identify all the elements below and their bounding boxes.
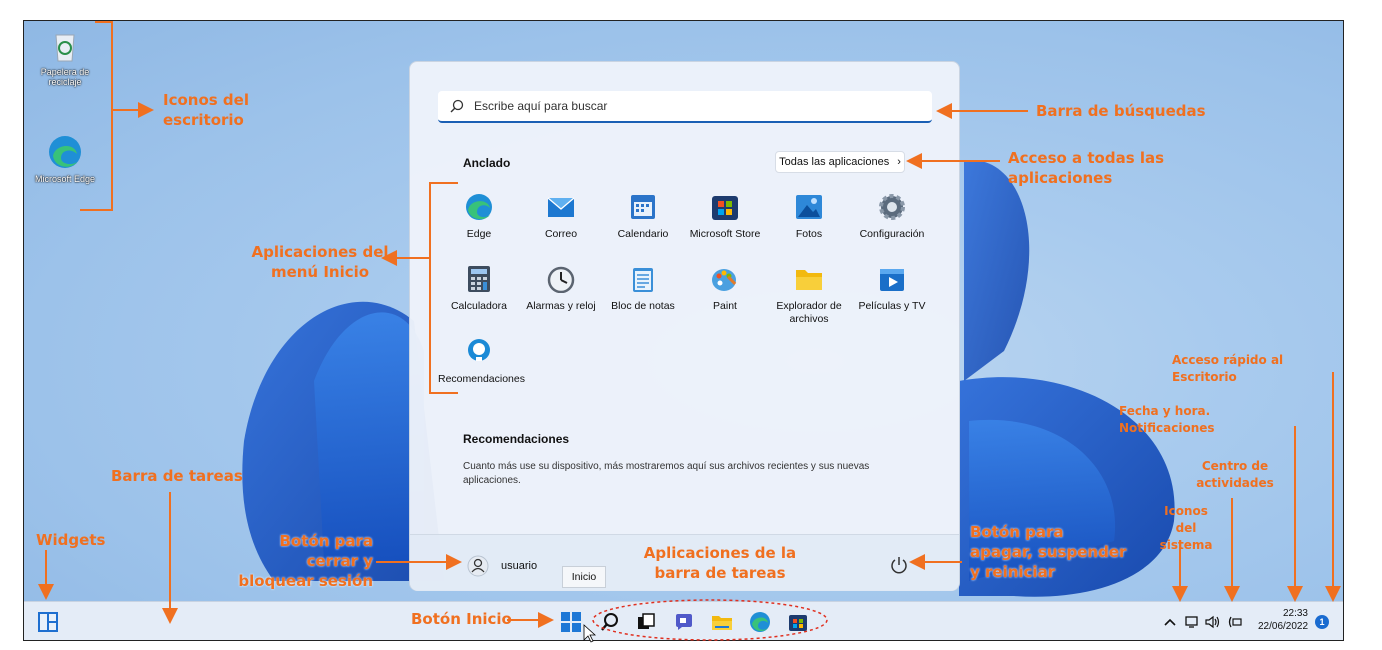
start-tooltip: Inicio <box>562 566 606 588</box>
chevron-right-icon: › <box>897 156 901 168</box>
calculator-icon <box>465 265 493 293</box>
pinned-app-settings[interactable]: Configuración <box>851 193 933 241</box>
desktop-icon-label: Microsoft Edge <box>34 174 96 184</box>
paint-icon <box>711 265 739 293</box>
photos-icon <box>795 193 823 221</box>
pinned-title: Anclado <box>463 156 511 170</box>
app-label: Fotos <box>795 228 823 240</box>
annotation-taskbar: Barra de tareas <box>111 467 243 485</box>
start-button[interactable] <box>557 608 585 636</box>
tips-icon <box>465 338 493 366</box>
chat-icon <box>676 614 692 630</box>
pinned-app-edge[interactable]: Edge <box>438 193 520 241</box>
annotation-system-icons: Iconos del sistema <box>1159 504 1213 552</box>
app-label: Alarmas y reloj <box>526 300 596 312</box>
annotation-desktop-icons: Iconos del escritorio <box>163 91 249 129</box>
pinned-app-photos[interactable]: Fotos <box>768 193 850 241</box>
task-view-icon <box>638 613 655 629</box>
desktop-icon-edge[interactable]: Microsoft Edge <box>30 134 100 184</box>
search-icon <box>601 613 618 631</box>
annotation-taskbar-apps: Aplicaciones de la barra de tareas <box>643 544 797 582</box>
pinned-app-alarms[interactable]: Alarmas y reloj <box>520 265 602 313</box>
folder-icon <box>795 265 823 293</box>
edge-icon <box>750 612 770 632</box>
pinned-app-calendar[interactable]: Calendario <box>602 193 684 241</box>
power-icon[interactable] <box>890 556 908 574</box>
widgets-icon <box>38 612 58 632</box>
folder-icon <box>712 616 732 630</box>
clock-icon <box>547 265 575 294</box>
chevron-up-icon[interactable] <box>1162 614 1178 630</box>
app-label: Bloc de notas <box>611 300 675 312</box>
start-search-input[interactable]: Escribe aquí para buscar <box>438 91 932 123</box>
clock[interactable]: 22:33 22/06/2022 <box>1258 607 1308 633</box>
app-label: Películas y TV <box>858 300 926 312</box>
store-icon <box>789 615 807 631</box>
pinned-app-movies[interactable]: Películas y TV <box>851 265 933 313</box>
taskbar-store-button[interactable] <box>784 608 812 636</box>
app-label: Correo <box>544 228 578 240</box>
app-label: Calendario <box>617 228 669 240</box>
edge-icon <box>465 193 493 221</box>
movies-icon <box>878 265 906 293</box>
battery-icon[interactable] <box>1227 614 1243 630</box>
calendar-icon <box>629 193 657 221</box>
annotation-search-bar: Barra de búsquedas <box>1036 102 1206 120</box>
annotation-all-apps: Acceso a todas las aplicaciones <box>1008 149 1165 187</box>
gear-icon <box>878 193 906 221</box>
clock-time: 22:33 <box>1282 608 1308 619</box>
clock-date: 22/06/2022 <box>1258 621 1309 632</box>
user-name: usuario <box>501 560 538 572</box>
taskbar-file-explorer-button[interactable] <box>708 608 736 636</box>
mail-icon <box>547 193 575 221</box>
taskbar: 22:33 22/06/2022 1 <box>24 601 1343 640</box>
pinned-app-calculator[interactable]: Calculadora <box>438 265 520 313</box>
annotation-lock-button: Botón para cerrar y bloquear sesión <box>238 532 373 590</box>
annotation-action-center: Centro de actividades <box>1196 459 1274 490</box>
edge-icon <box>47 134 83 170</box>
app-label: Recomendaciones <box>438 373 525 385</box>
annotation-widgets: Widgets <box>36 531 106 549</box>
taskbar-search-button[interactable] <box>596 608 624 636</box>
app-label: Microsoft Store <box>689 228 761 240</box>
app-label: Paint <box>713 300 737 312</box>
pinned-app-paint[interactable]: Paint <box>684 265 766 313</box>
user-icon <box>467 555 489 577</box>
pinned-app-mail[interactable]: Correo <box>520 193 602 241</box>
desktop-icon-label: Papelera de reciclaje <box>40 67 90 87</box>
app-label: Edge <box>466 228 492 240</box>
app-label: Explorador de archivos <box>776 300 842 325</box>
recycle-bin-icon <box>47 27 83 63</box>
pinned-app-file-explorer[interactable]: Explorador de archivos <box>768 265 850 326</box>
notifications-badge[interactable]: 1 <box>1315 615 1329 629</box>
user-account-button[interactable]: usuario <box>467 555 537 577</box>
pinned-app-notepad[interactable]: Bloc de notas <box>602 265 684 313</box>
search-placeholder: Escribe aquí para buscar <box>474 99 608 113</box>
annotation-menu-apps: Aplicaciones del menú Inicio <box>251 243 389 281</box>
all-apps-label: Todas las aplicaciones <box>779 156 890 168</box>
start-menu: Escribe aquí para buscar Anclado Todas l… <box>409 61 960 591</box>
taskbar-edge-button[interactable] <box>746 608 774 636</box>
all-apps-button[interactable]: Todas las aplicaciones › <box>775 151 905 173</box>
widgets-button[interactable] <box>34 608 62 636</box>
annotation-start-button: Botón Inicio <box>411 610 512 628</box>
desktop-icon-recycle-bin[interactable]: Papelera de reciclaje <box>30 27 100 87</box>
annotation-datetime: Fecha y hora. Notificaciones <box>1119 404 1215 435</box>
app-label: Configuración <box>859 228 925 240</box>
windows-logo-icon <box>561 612 581 632</box>
annotation-show-desktop: Acceso rápido al Escritorio <box>1172 353 1284 384</box>
notepad-icon <box>629 265 657 293</box>
volume-icon[interactable] <box>1204 614 1220 630</box>
search-icon <box>450 99 464 113</box>
store-icon <box>711 193 739 221</box>
recommendations-text: Cuanto más use su dispositivo, más mostr… <box>463 461 870 486</box>
recommendations-title: Recomendaciones <box>463 432 570 446</box>
pinned-app-tips[interactable]: Recomendaciones <box>438 338 525 386</box>
pinned-app-store[interactable]: Microsoft Store <box>684 193 766 241</box>
annotation-power-button: Botón para apagar, suspender y reiniciar <box>970 523 1127 581</box>
taskbar-chat-button[interactable] <box>670 608 698 636</box>
taskbar-task-view-button[interactable] <box>632 608 660 636</box>
app-label: Calculadora <box>450 300 508 312</box>
network-icon[interactable] <box>1184 614 1200 630</box>
